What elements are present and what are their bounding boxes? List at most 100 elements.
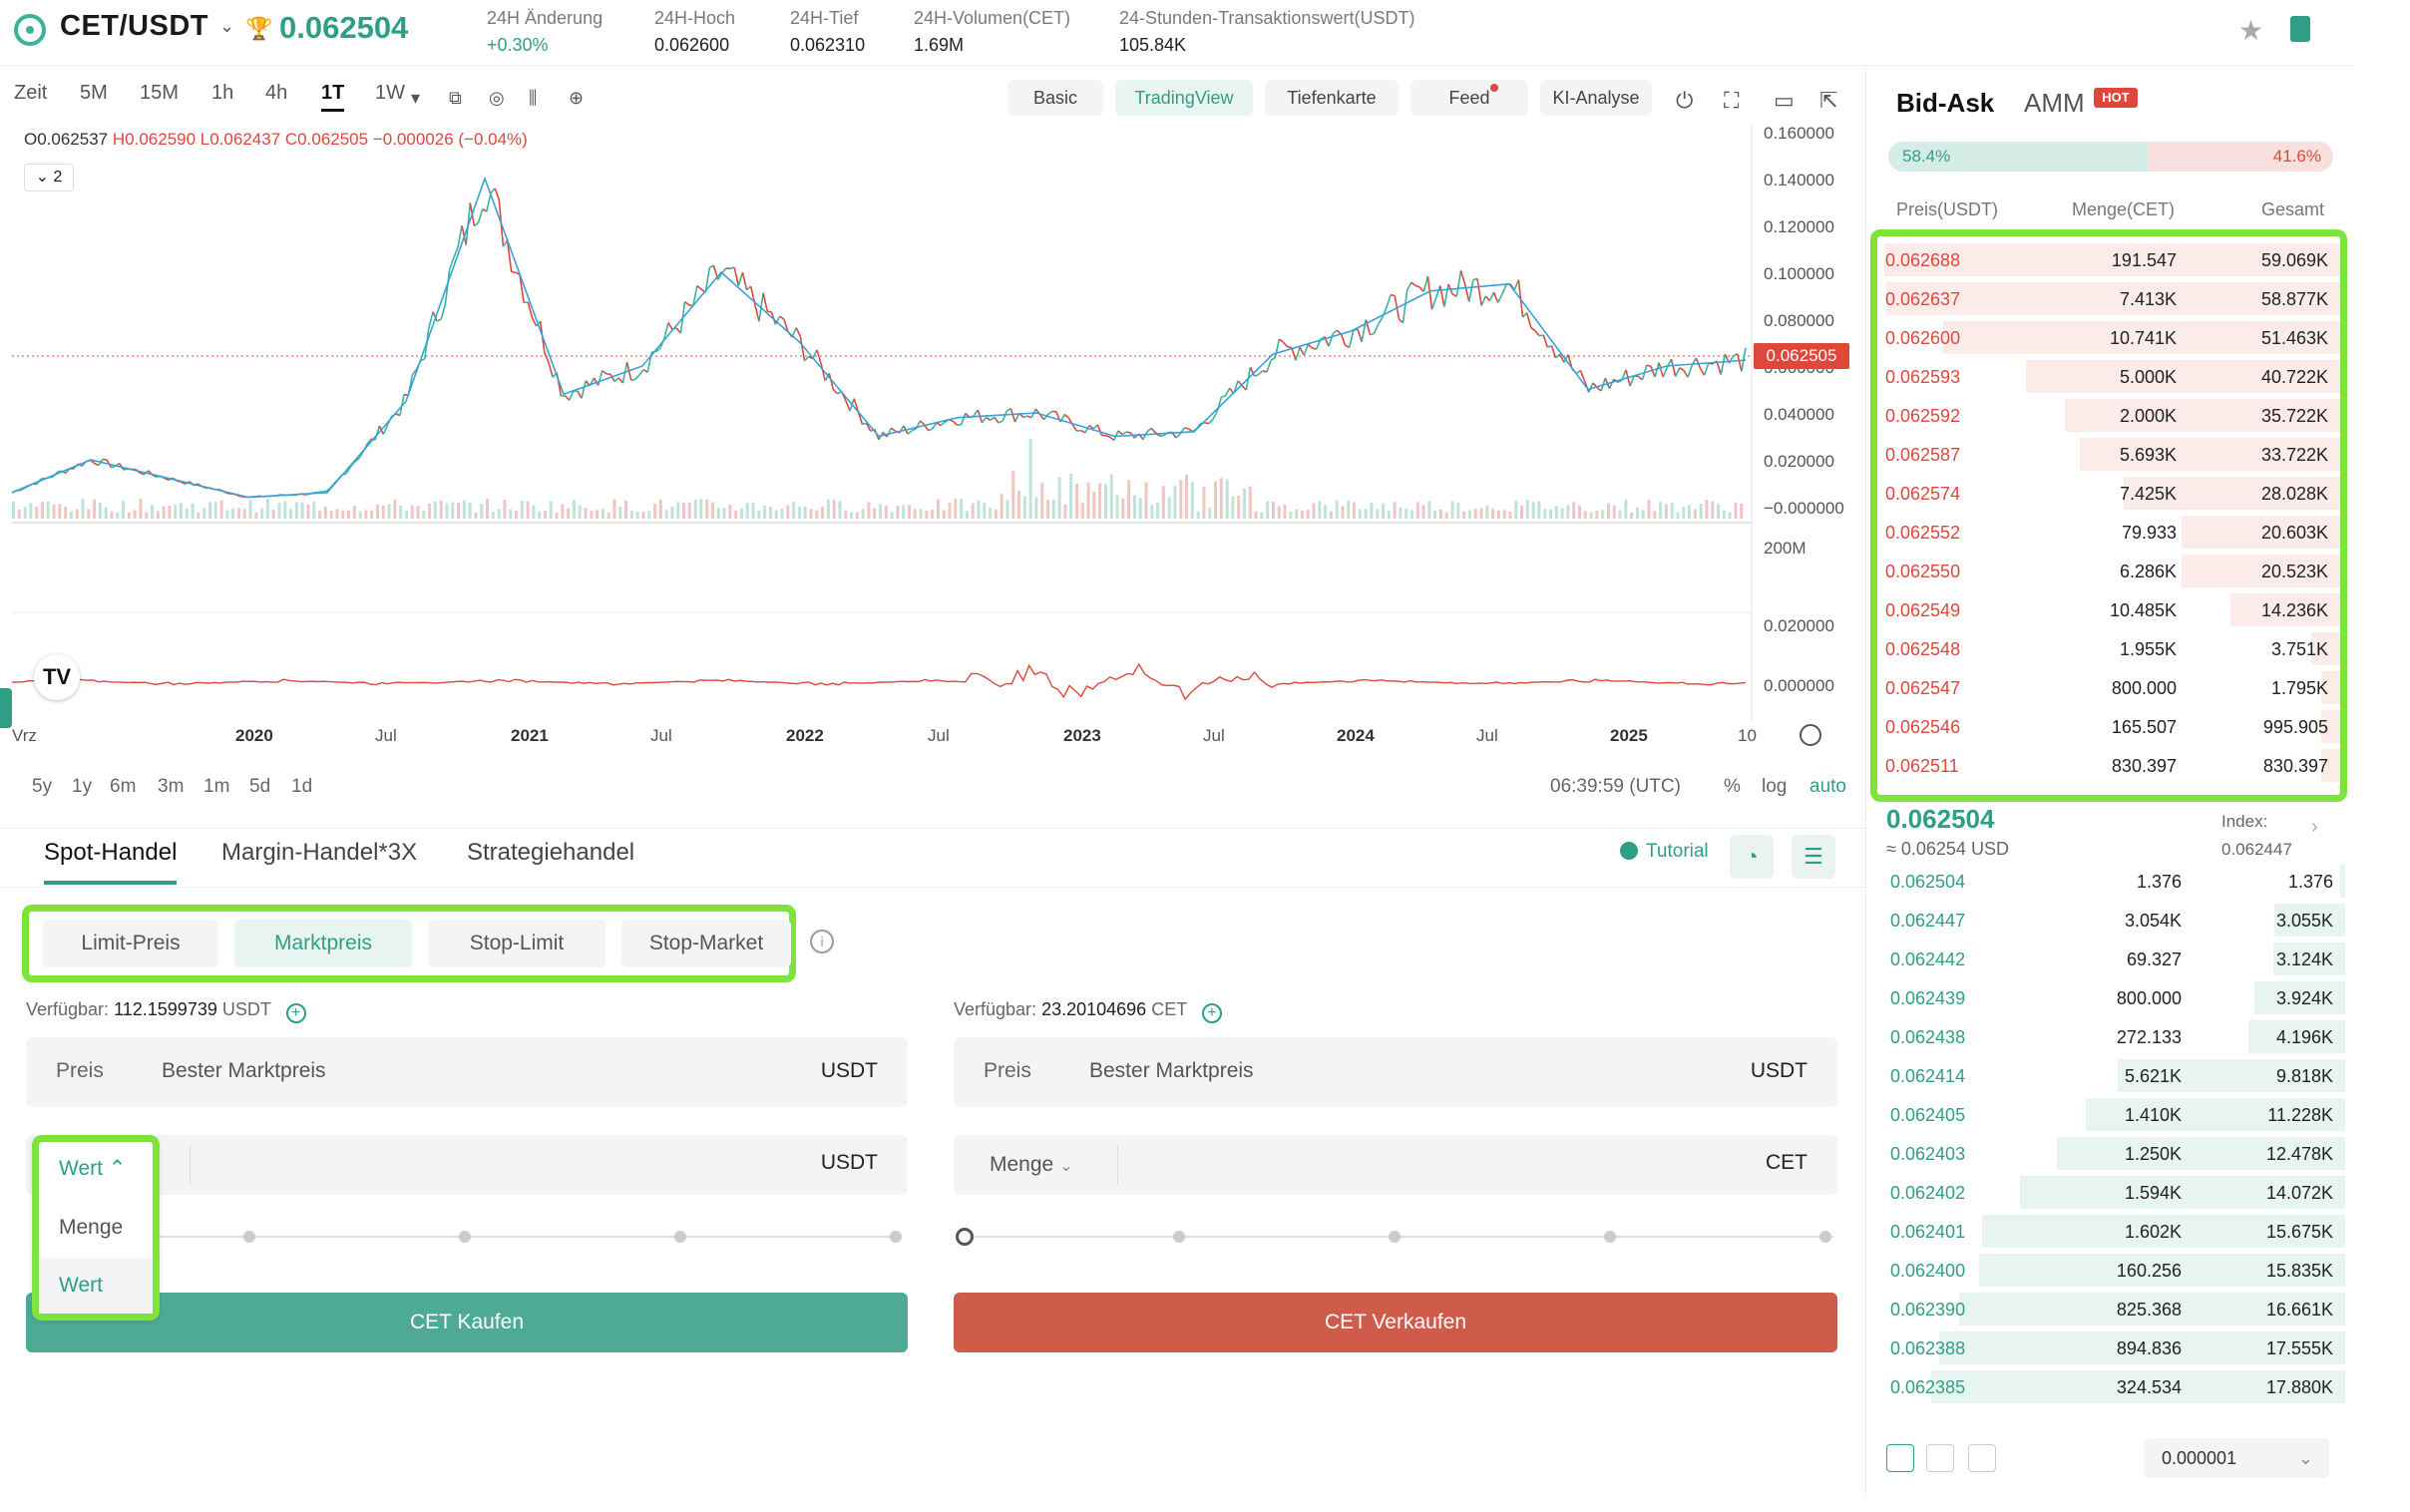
ask-row[interactable]: 0.062549 10.485K 14.236K <box>1877 590 2340 629</box>
scale-percent[interactable]: % <box>1724 776 1741 798</box>
settings-gear-icon[interactable] <box>1800 724 1821 746</box>
slider-step[interactable] <box>459 1231 471 1243</box>
range-1m[interactable]: 1m <box>203 776 229 798</box>
chevron-down-icon[interactable]: ▾ <box>411 88 420 109</box>
range-1y[interactable]: 1y <box>72 776 92 798</box>
view-asks-icon[interactable] <box>1968 1444 1996 1472</box>
ask-row[interactable]: 0.062592 2.000K 35.722K <box>1877 396 2340 435</box>
bid-row[interactable]: 0.062442 69.327 3.124K <box>1882 940 2345 978</box>
amount-mode-dropdown[interactable]: Wert ⌃ Menge Wert <box>32 1135 160 1321</box>
bid-row[interactable]: 0.062439 800.000 3.924K <box>1882 978 2345 1017</box>
slider-step[interactable] <box>890 1231 902 1243</box>
timeframe-15m[interactable]: 15M <box>140 82 179 105</box>
pie-chart-icon[interactable]: ◔ <box>1730 835 1774 879</box>
power-icon[interactable]: ⏻ <box>1676 88 1693 114</box>
indicator-icon[interactable]: ◎ <box>489 88 505 109</box>
bid-row[interactable]: 0.062447 3.054K 3.055K <box>1882 901 2345 940</box>
tab-margin[interactable]: Margin-Handel*3X <box>221 839 417 867</box>
ask-row[interactable]: 0.062574 7.425K 28.028K <box>1877 474 2340 513</box>
notebook-icon[interactable] <box>2290 16 2310 42</box>
sell-amount-field[interactable]: Menge ⌄ CET <box>954 1135 1837 1195</box>
trading-pair[interactable]: CET/USDT <box>60 10 208 43</box>
tutorial-link[interactable]: Tutorial <box>1620 841 1709 863</box>
candles-icon[interactable]: ⫼ <box>529 88 537 109</box>
ask-row[interactable]: 0.062587 5.693K 33.722K <box>1877 435 2340 474</box>
slider-step[interactable] <box>1604 1231 1616 1243</box>
bid-row[interactable]: 0.062438 272.133 4.196K <box>1882 1017 2345 1056</box>
slider-step[interactable] <box>243 1231 255 1243</box>
tab-spot[interactable]: Spot-Handel <box>44 839 178 885</box>
slider-step[interactable] <box>1819 1231 1831 1243</box>
precision-select[interactable]: 0.000001 ⌄ <box>2144 1438 2329 1478</box>
order-type-limit[interactable]: Limit-Preis <box>43 920 218 967</box>
order-type-stop-market[interactable]: Stop-Market <box>621 920 791 967</box>
range-6m[interactable]: 6m <box>110 776 136 798</box>
bid-row[interactable]: 0.062385 324.534 17.880K <box>1882 1367 2345 1406</box>
view-tradingview[interactable]: TradingView <box>1115 80 1253 116</box>
timeframe-1t[interactable]: 1T <box>321 82 345 112</box>
bid-row[interactable]: 0.062388 894.836 17.555K <box>1882 1328 2345 1367</box>
layout-icon[interactable]: ▭ <box>1774 88 1795 114</box>
view-depth-chart[interactable]: Tiefenkarte <box>1265 80 1399 116</box>
bid-row[interactable]: 0.062390 825.368 16.661K <box>1882 1290 2345 1328</box>
ask-row[interactable]: 0.062511 830.397 830.397 <box>1877 746 2340 785</box>
chevron-right-icon[interactable]: › <box>2311 816 2318 839</box>
amount-mode-selected[interactable]: Wert ⌃ <box>59 1156 126 1181</box>
tab-amm[interactable]: AMM <box>2024 88 2085 119</box>
fullscreen-icon[interactable]: ⛶ <box>1724 88 1739 114</box>
slider-step[interactable] <box>1389 1231 1401 1243</box>
info-icon[interactable]: i <box>810 930 834 953</box>
view-basic[interactable]: Basic <box>1007 80 1103 116</box>
ask-row[interactable]: 0.062600 10.741K 51.463K <box>1877 318 2340 357</box>
collapse-handle[interactable] <box>0 688 12 728</box>
slider-step[interactable] <box>674 1231 686 1243</box>
view-feed[interactable]: Feed <box>1410 80 1528 116</box>
ask-row[interactable]: 0.062593 5.000K 40.722K <box>1877 357 2340 396</box>
range-1d[interactable]: 1d <box>291 776 312 798</box>
ask-row[interactable]: 0.062546 165.507 995.905 <box>1877 707 2340 746</box>
order-type-market[interactable]: Marktpreis <box>234 920 412 967</box>
timeframe-4h[interactable]: 4h <box>265 82 287 105</box>
sell-amount-slider[interactable] <box>956 1225 1833 1249</box>
favorite-star-icon[interactable]: ★ <box>2238 14 2263 47</box>
chart-type-icon[interactable]: ⧉ <box>449 88 462 109</box>
index-price[interactable]: Index: 0.062447 <box>2221 808 2292 864</box>
ask-row[interactable]: 0.062547 800.000 1.795K <box>1877 668 2340 707</box>
tradingview-logo-icon[interactable]: TV <box>34 654 80 700</box>
price-chart[interactable]: O0.062537 H0.062590 L0.062437 C0.062505 … <box>0 124 1865 828</box>
timeframe-zeit[interactable]: Zeit <box>14 82 47 105</box>
order-type-stop-limit[interactable]: Stop-Limit <box>428 920 605 967</box>
ask-row[interactable]: 0.062548 1.955K 3.751K <box>1877 629 2340 668</box>
bid-row[interactable]: 0.062405 1.410K 11.228K <box>1882 1095 2345 1134</box>
view-ai-analysis[interactable]: KI-Analyse <box>1540 80 1652 116</box>
share-icon[interactable]: ⇱ <box>1819 88 1837 114</box>
settings-sliders-icon[interactable]: ☰ <box>1792 835 1835 879</box>
bid-row[interactable]: 0.062401 1.602K 15.675K <box>1882 1212 2345 1251</box>
time-utc[interactable]: 06:39:59 (UTC) <box>1550 776 1681 798</box>
bid-row[interactable]: 0.062504 1.376 1.376 <box>1882 862 2345 901</box>
add-icon[interactable]: ⊕ <box>569 88 584 109</box>
view-bids-icon[interactable] <box>1926 1444 1954 1472</box>
range-5d[interactable]: 5d <box>249 776 270 798</box>
amount-mode-select[interactable]: Menge ⌄ <box>990 1153 1072 1177</box>
buy-price-field[interactable]: Preis Bester Marktpreis USDT <box>26 1037 908 1107</box>
dropdown-option-menge[interactable]: Menge <box>39 1200 153 1256</box>
ask-row[interactable]: 0.062688 191.547 59.069K <box>1877 240 2340 279</box>
ask-row[interactable]: 0.062637 7.413K 58.877K <box>1877 279 2340 318</box>
bid-row[interactable]: 0.062403 1.250K 12.478K <box>1882 1134 2345 1173</box>
timeframe-1w[interactable]: 1W <box>375 82 405 105</box>
slider-step[interactable] <box>1173 1231 1185 1243</box>
range-3m[interactable]: 3m <box>158 776 184 798</box>
sell-button[interactable]: CET Verkaufen <box>954 1293 1837 1352</box>
chart-canvas[interactable] <box>0 124 1865 762</box>
exchange-logo-icon[interactable] <box>14 14 46 46</box>
scale-log[interactable]: log <box>1762 776 1787 798</box>
tab-bid-ask[interactable]: Bid-Ask <box>1896 88 1994 119</box>
ask-row[interactable]: 0.062550 6.286K 20.523K <box>1877 552 2340 590</box>
chevron-down-icon[interactable]: ⌄ <box>219 16 234 37</box>
add-funds-icon[interactable]: + <box>1201 1003 1222 1023</box>
view-both-icon[interactable] <box>1886 1444 1914 1472</box>
slider-handle[interactable] <box>956 1228 974 1246</box>
bid-row[interactable]: 0.062400 160.256 15.835K <box>1882 1251 2345 1290</box>
bid-row[interactable]: 0.062414 5.621K 9.818K <box>1882 1056 2345 1095</box>
